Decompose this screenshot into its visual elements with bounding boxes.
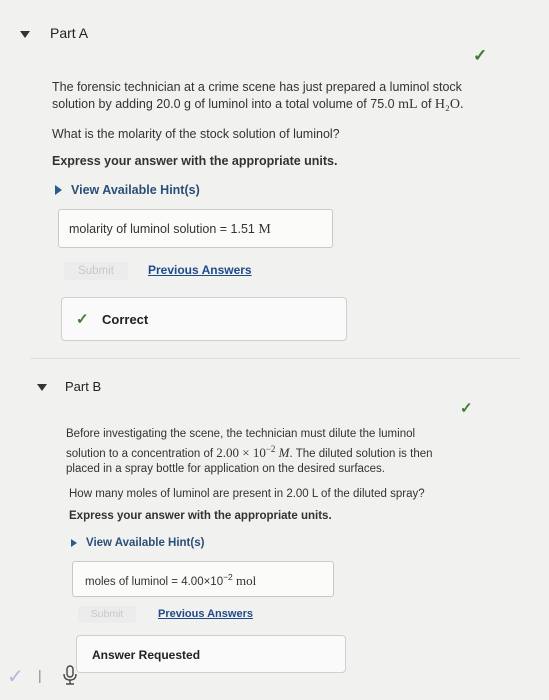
part-b-hint-label: View Available Hint(s)	[86, 537, 205, 549]
part-a-hint-label: View Available Hint(s)	[71, 183, 200, 197]
collapse-caret-icon-part-a[interactable]	[20, 31, 30, 38]
part-a-title: Part A	[50, 25, 89, 41]
check-icon-part-b: ✓	[460, 400, 473, 417]
part-b-feedback: Answer Requested	[76, 635, 346, 673]
part-b-hint-toggle[interactable]: View Available Hint(s)	[71, 537, 204, 549]
part-b-answer-text: moles of luminol = 4.00×10−2 mol	[85, 572, 257, 588]
check-icon-part-a: ✓	[473, 46, 488, 65]
part-a-submit-button[interactable]: Submit	[64, 262, 128, 280]
hint-triangle-icon	[71, 539, 77, 547]
part-b-question-line1: Before investigating the scene, the tech…	[66, 428, 416, 440]
part-a-feedback-text: Correct	[102, 312, 149, 327]
part-a-ask: What is the molarity of the stock soluti…	[52, 127, 340, 141]
part-a-question: The forensic technician at a crime scene…	[52, 79, 522, 113]
part-b-ask: How many moles of luminol are present in…	[69, 488, 425, 500]
part-b-submit-button[interactable]: Submit	[78, 606, 136, 623]
part-b-instruction: Express your answer with the appropriate…	[69, 510, 332, 522]
part-a-answer-text: molarity of luminol solution = 1.51 M	[69, 222, 271, 237]
footer-separator: |	[38, 667, 42, 683]
part-b-previous-answers-link[interactable]: Previous Answers	[158, 608, 253, 620]
hint-triangle-icon	[55, 185, 62, 195]
part-b-question-line2: solution to a concentration of 2.00 × 10…	[66, 444, 433, 460]
part-a-previous-answers-link[interactable]: Previous Answers	[148, 263, 252, 277]
part-a-answer-field[interactable]: molarity of luminol solution = 1.51 M	[58, 209, 333, 248]
part-b-feedback-text: Answer Requested	[92, 648, 201, 662]
part-a-hint-toggle[interactable]: View Available Hint(s)	[55, 183, 200, 197]
part-a-question-line2: solution by adding 20.0 g of luminol int…	[52, 97, 464, 112]
part-b-question-line3: placed in a spray bottle for application…	[66, 462, 385, 475]
correct-check-icon: ✓	[76, 311, 89, 328]
part-a-feedback: ✓ Correct	[61, 297, 347, 341]
part-a-instruction: Express your answer with the appropriate…	[52, 154, 338, 168]
microphone-icon[interactable]	[60, 664, 80, 686]
part-b-title: Part B	[65, 379, 102, 394]
collapse-caret-icon-part-b[interactable]	[37, 384, 47, 391]
section-divider	[30, 358, 520, 359]
part-a-question-line1: The forensic technician at a crime scene…	[52, 80, 462, 94]
footer-check-icon: ✓	[7, 666, 24, 688]
part-b-question: Before investigating the scene, the tech…	[66, 427, 506, 477]
part-b-answer-field[interactable]: moles of luminol = 4.00×10−2 mol	[72, 561, 334, 597]
